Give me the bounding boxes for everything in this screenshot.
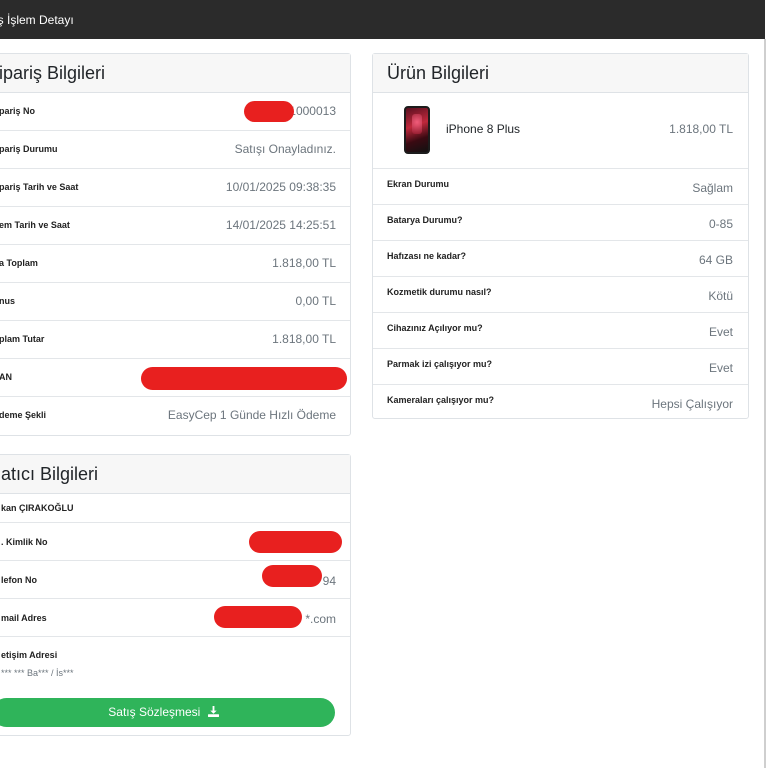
power-on-value: Evet — [708, 325, 733, 339]
battery-value: 0-85 — [708, 217, 733, 231]
subtotal-value: 1.818,00 TL — [272, 256, 336, 270]
order-no-value: 1000013 — [289, 104, 336, 118]
transaction-date-value: 14/01/2025 14:25:51 — [225, 218, 336, 232]
seller-info-title: atıcı Bilgileri — [1, 464, 99, 484]
iban-row: AN — [0, 359, 350, 397]
transaction-date-label: em Tarih ve Saat — [0, 220, 70, 230]
phone-value: 94 — [322, 574, 336, 588]
redaction-mark — [262, 565, 322, 587]
email-value: *.com — [305, 612, 336, 626]
address-label: etişim Adresi — [1, 650, 58, 660]
screen-condition-value: Sağlam — [692, 181, 733, 195]
window-edge — [764, 39, 766, 768]
payment-method-label: deme Şekli — [0, 410, 47, 420]
seller-name: kan ÇIRAKOĞLU — [1, 503, 74, 513]
product-info-title: Ürün Bilgileri — [387, 63, 490, 83]
camera-label: Kameraları çalışıyor mu? — [387, 395, 495, 405]
order-date-label: pariş Tarih ve Saat — [0, 182, 79, 192]
phone-row: lefon No 94 — [0, 561, 350, 599]
redaction-mark — [249, 531, 342, 553]
storage-value: 64 GB — [698, 253, 733, 267]
order-info-title: ipariş Bilgileri — [0, 63, 106, 83]
redaction-mark — [214, 606, 302, 628]
total-value: 1.818,00 TL — [272, 332, 336, 346]
order-status-label: pariş Durumu — [0, 144, 58, 154]
order-info-card: ipariş Bilgileri pariş No 1000013 pariş … — [0, 53, 351, 436]
order-info-header: ipariş Bilgileri — [0, 54, 350, 93]
id-no-row: . Kimlik No — [0, 523, 350, 561]
fingerprint-label: Parmak izi çalışıyor mu? — [387, 359, 493, 369]
product-info-header: Ürün Bilgileri — [373, 54, 748, 93]
email-row: mail Adres a *.com — [0, 599, 350, 637]
seller-info-card: atıcı Bilgileri kan ÇIRAKOĞLU . Kimlik N… — [0, 454, 351, 736]
redaction-mark — [141, 367, 347, 390]
page-title: iş İşlem Detayı — [0, 13, 74, 27]
download-icon — [207, 706, 219, 717]
power-on-row: Cihazınız Açılıyor mu? Evet — [373, 313, 748, 349]
product-name: iPhone 8 Plus — [446, 122, 521, 136]
cosmetic-row: Kozmetik durumu nasıl? Kötü — [373, 277, 748, 313]
cosmetic-value: Kötü — [708, 289, 733, 303]
seller-name-row: kan ÇIRAKOĞLU — [0, 494, 350, 523]
subtotal-label: a Toplam — [0, 258, 38, 268]
storage-label: Hafızası ne kadar? — [387, 251, 467, 261]
fingerprint-value: Evet — [708, 361, 733, 375]
screen-condition-row: Ekran Durumu Sağlam — [373, 169, 748, 205]
order-status-row: pariş Durumu Satışı Onayladınız. — [0, 131, 350, 169]
seller-info-header: atıcı Bilgileri — [0, 455, 350, 494]
screen-condition-label: Ekran Durumu — [387, 179, 450, 189]
bonus-label: nus — [0, 296, 16, 306]
address-row: etişim Adresi *** *** Ba*** / İs*** — [0, 637, 350, 690]
id-no-label: . Kimlik No — [1, 537, 48, 547]
total-row: plam Tutar 1.818,00 TL — [0, 321, 350, 359]
battery-row: Batarya Durumu? 0-85 — [373, 205, 748, 241]
product-info-card: Ürün Bilgileri iPhone 8 Plus 1.818,00 TL… — [372, 53, 749, 419]
redaction-mark — [244, 101, 294, 122]
cosmetic-label: Kozmetik durumu nasıl? — [387, 287, 492, 297]
storage-row: Hafızası ne kadar? 64 GB — [373, 241, 748, 277]
camera-value: Hepsi Çalışıyor — [651, 397, 733, 411]
order-no-row: pariş No 1000013 — [0, 93, 350, 131]
address-value: *** *** Ba*** / İs*** — [1, 668, 74, 678]
transaction-date-row: em Tarih ve Saat 14/01/2025 14:25:51 — [0, 207, 350, 245]
order-date-row: pariş Tarih ve Saat 10/01/2025 09:38:35 — [0, 169, 350, 207]
product-price: 1.818,00 TL — [669, 122, 733, 136]
battery-label: Batarya Durumu? — [387, 215, 463, 225]
order-no-label: pariş No — [0, 106, 36, 116]
camera-row: Kameraları çalışıyor mu? Hepsi Çalışıyor — [373, 385, 748, 421]
phone-label: lefon No — [1, 575, 37, 585]
order-date-value: 10/01/2025 09:38:35 — [225, 180, 336, 194]
payment-method-row: deme Şekli EasyCep 1 Günde Hızlı Ödeme — [0, 397, 350, 435]
sales-contract-button[interactable]: Satış Sözleşmesi — [0, 698, 335, 727]
bonus-value: 0,00 TL — [295, 294, 336, 308]
product-summary-row: iPhone 8 Plus 1.818,00 TL — [373, 93, 748, 169]
iban-label: AN — [0, 372, 12, 382]
power-on-label: Cihazınız Açılıyor mu? — [387, 323, 483, 333]
payment-method-value: EasyCep 1 Günde Hızlı Ödeme — [167, 408, 336, 422]
order-status-value: Satışı Onayladınız. — [234, 142, 336, 156]
subtotal-row: a Toplam 1.818,00 TL — [0, 245, 350, 283]
product-image — [404, 106, 430, 154]
total-label: plam Tutar — [0, 334, 45, 344]
email-label: mail Adres — [1, 613, 47, 623]
bonus-row: nus 0,00 TL — [0, 283, 350, 321]
fingerprint-row: Parmak izi çalışıyor mu? Evet — [373, 349, 748, 385]
top-bar: iş İşlem Detayı — [0, 0, 765, 39]
sales-contract-label: Satış Sözleşmesi — [108, 705, 201, 719]
